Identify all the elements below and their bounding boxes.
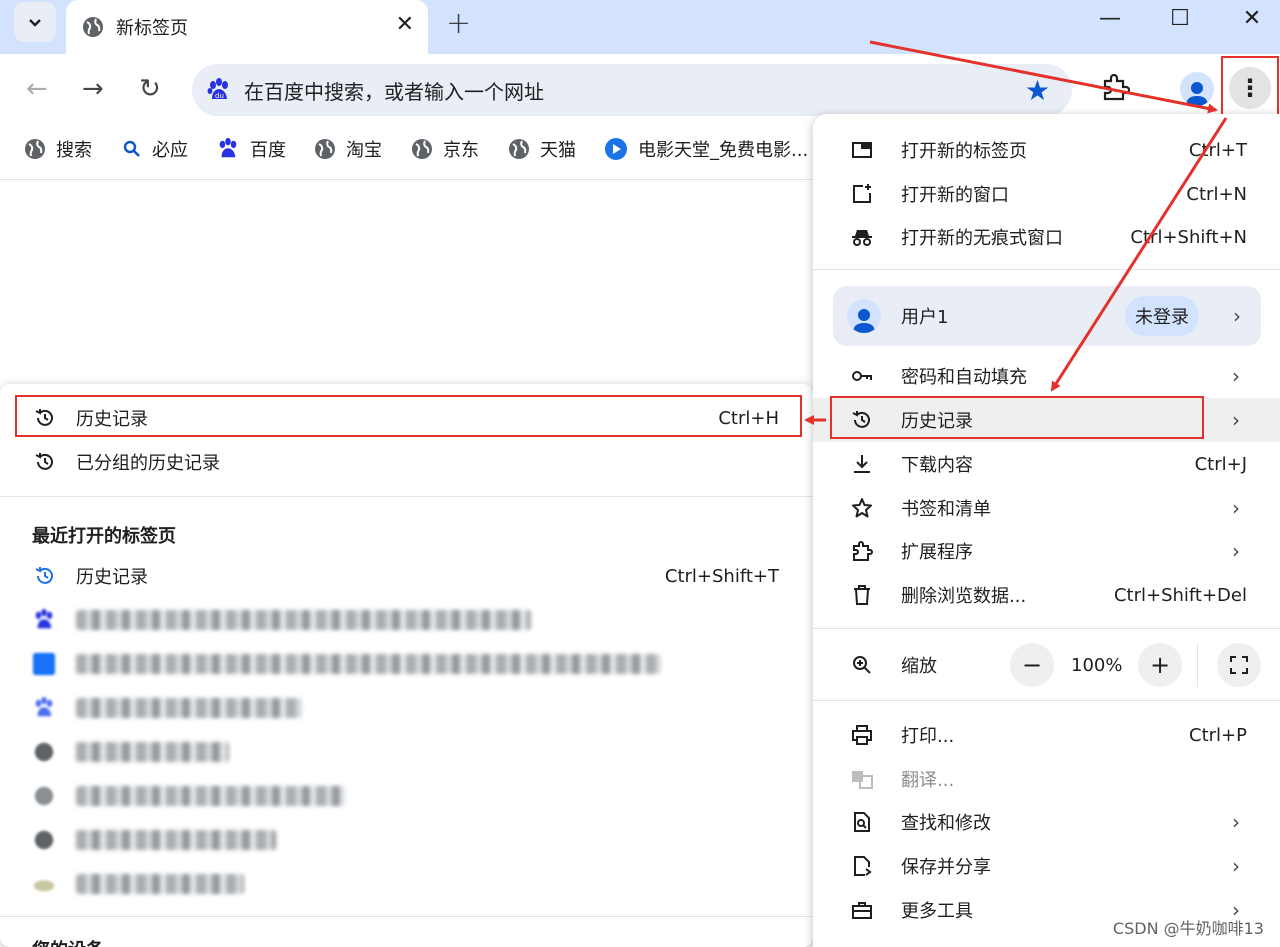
annotation-arrows (804, 40, 1228, 425)
arrow-to-menu-button (869, 40, 1218, 114)
watermark: CSDN @牛奶咖啡13 (1112, 919, 1264, 938)
arrow-to-history (1050, 117, 1228, 392)
